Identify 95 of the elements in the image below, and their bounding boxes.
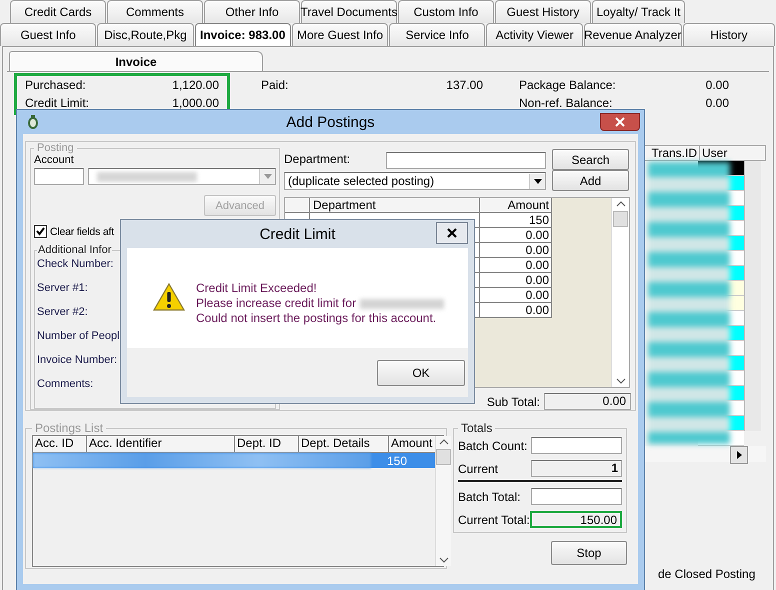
column-header[interactable]: Acc. Identifier — [87, 436, 235, 452]
tab[interactable]: Credit Cards — [10, 0, 106, 23]
field-label: Sub Total: — [486, 394, 540, 408]
tab[interactable]: Activity Viewer — [486, 23, 583, 46]
tab[interactable]: Invoice: 983.00 — [194, 23, 291, 46]
group-title: Additional Infor — [37, 244, 112, 256]
dialog-title: Credit Limit — [260, 226, 336, 242]
checkbox-label: Clear fields aft — [50, 226, 114, 238]
table-cell: 0.00 — [480, 273, 552, 288]
stop-button[interactable]: Stop — [551, 541, 627, 565]
close-button[interactable] — [600, 113, 640, 131]
input-field[interactable] — [34, 168, 84, 185]
caret-icon — [264, 174, 272, 179]
table-cell: 0.00 — [480, 258, 552, 273]
table-cell: 0.00 — [480, 243, 552, 258]
input-field[interactable] — [531, 488, 622, 505]
field-value: 1,000.00 — [172, 96, 219, 110]
field-label: Check Number: — [37, 258, 114, 272]
group-title: Totals — [460, 421, 494, 435]
total-field[interactable]: 150.00 — [530, 511, 622, 528]
scrollbar[interactable] — [644, 446, 766, 462]
field-label: Current — [458, 462, 498, 476]
scrollbar[interactable] — [744, 161, 761, 431]
column-header[interactable]: Dept. Details — [299, 436, 389, 452]
field-label: Number of Peopl — [37, 330, 120, 344]
tab[interactable]: Revenue Analyzer — [584, 23, 682, 46]
message-text: Please increase credit limit for — [196, 297, 356, 310]
account-label: Account — [34, 154, 75, 166]
scrollbar-thumb[interactable] — [436, 449, 451, 465]
field-label: Batch Count: — [458, 438, 528, 452]
column-header — [285, 198, 310, 213]
window-title: Add Postings — [286, 114, 375, 130]
field-label: Paid: — [261, 78, 288, 92]
table-cell: 0.00 — [480, 228, 552, 243]
table-cell: 150 — [480, 213, 552, 228]
field-value: 1,120.00 — [172, 78, 219, 92]
warning-icon — [152, 282, 186, 312]
tab[interactable]: Comments — [107, 0, 203, 23]
tab[interactable]: Custom Info — [398, 0, 494, 23]
close-icon — [615, 117, 625, 127]
tab[interactable]: History — [682, 23, 776, 46]
field-label: Purchased: — [25, 78, 86, 92]
tab[interactable]: Travel Documents — [301, 0, 397, 23]
column-header[interactable]: Amount — [480, 198, 552, 213]
scrollbar[interactable] — [435, 436, 451, 566]
input-field[interactable] — [531, 437, 622, 454]
caret-icon — [534, 178, 542, 184]
department-dropdown[interactable]: (duplicate selected posting) — [284, 172, 546, 190]
field-label: Non-ref. Balance: — [519, 96, 612, 110]
tab[interactable]: More Guest Info — [292, 23, 388, 46]
close-icon — [447, 228, 457, 238]
account-dropdown[interactable] — [88, 168, 276, 185]
field-label: Server #2: — [37, 306, 88, 320]
app-icon — [25, 114, 41, 130]
check-icon — [35, 226, 46, 237]
field-label: Invoice Number: — [37, 354, 118, 368]
tab[interactable]: Disc,Route,Pkg — [97, 23, 194, 46]
message-text: Could not insert the postings for this account. — [196, 312, 438, 325]
field-value: 0.00 — [706, 78, 729, 92]
field-value: 0.00 — [706, 96, 729, 110]
tab[interactable]: Guest Info — [0, 23, 96, 46]
search-button[interactable]: Search — [552, 149, 629, 170]
add-button[interactable]: Add — [552, 170, 629, 191]
scrollbar-thumb[interactable] — [613, 211, 628, 227]
invoice-tab[interactable]: Invoice — [9, 51, 263, 71]
ok-button[interactable]: OK — [377, 360, 465, 386]
checkbox[interactable] — [34, 225, 47, 238]
field-label: Batch Total: — [458, 490, 520, 504]
column-header[interactable]: Amount — [389, 436, 435, 452]
tab[interactable]: Loyalty/ Track It — [592, 0, 685, 23]
department-label: Department: — [284, 152, 350, 168]
subtotal-field[interactable]: 0.00 — [544, 393, 631, 410]
scrollbar[interactable] — [611, 198, 629, 387]
table-cell: 0.00 — [480, 303, 552, 318]
count-field[interactable]: 1 — [531, 460, 622, 477]
group-title: Postings List — [34, 421, 104, 435]
column-header[interactable]: Acc. ID — [33, 436, 87, 452]
column-header[interactable]: Department — [310, 198, 480, 213]
tab[interactable]: Service Info — [389, 23, 486, 46]
message-text: Credit Limit Exceeded! — [196, 282, 318, 295]
field-value: 137.00 — [446, 78, 483, 92]
column-header[interactable]: Dept. ID — [235, 436, 299, 452]
tab[interactable]: Other Info — [204, 0, 300, 23]
field-label: Comments: — [37, 378, 94, 392]
field-label: Server #1: — [37, 282, 88, 296]
field-label: Package Balance: — [519, 78, 616, 92]
column-header[interactable]: User — [700, 146, 746, 160]
input-field[interactable] — [386, 152, 546, 169]
field-label: Current Total: — [458, 512, 530, 526]
tab[interactable]: Guest History — [495, 0, 591, 23]
close-button[interactable] — [436, 222, 468, 244]
field-label: Credit Limit: — [25, 96, 90, 110]
checkbox-label: de Closed Posting — [658, 567, 756, 581]
group-title: Posting — [36, 142, 75, 154]
table-cell: 0.00 — [480, 288, 552, 303]
